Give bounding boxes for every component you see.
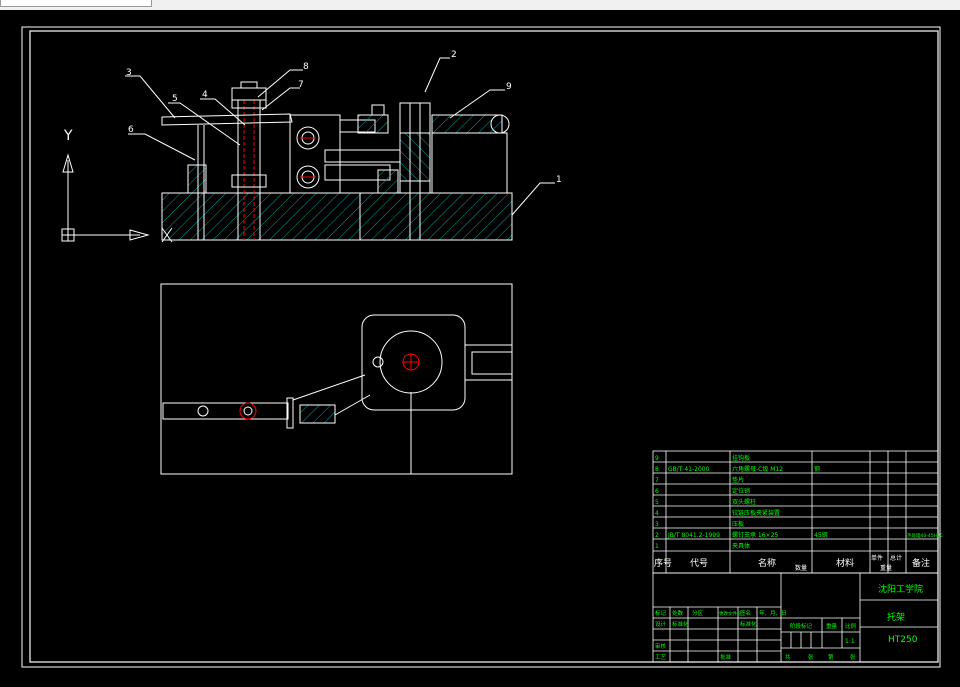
label-approve: 批准 bbox=[720, 653, 732, 661]
bom-header-weight: 重量 bbox=[880, 564, 892, 572]
row-label-count: 处数 bbox=[672, 609, 684, 617]
bom-row-name: 铰链压板夹紧装置 bbox=[732, 509, 780, 517]
label-standardize: 标准化 bbox=[672, 620, 689, 628]
axis-y-label: Y bbox=[63, 128, 73, 144]
bom-row-note: 热处理40-45HRC bbox=[907, 532, 943, 539]
bom-row-no: 2 bbox=[655, 532, 659, 539]
school-name: 沈阳工学院 bbox=[878, 583, 923, 595]
label-sheet-total: 共 bbox=[785, 653, 791, 661]
bom-row-name: 夹具体 bbox=[732, 542, 750, 550]
balloon-2: 2 bbox=[451, 50, 457, 60]
label-design: 设计 bbox=[655, 620, 667, 628]
bom-row-no: 6 bbox=[655, 488, 659, 495]
bom-header-code: 代号 bbox=[690, 558, 708, 569]
balloon-7: 7 bbox=[298, 80, 304, 90]
bom-row-no: 7 bbox=[655, 477, 659, 484]
bom-row-name: 螺钉支承 16×25 bbox=[732, 531, 778, 539]
title-block-text: 沈阳工学院 托架 HT250 1:1 标记 处数 分区 更改文件号 签名 年、月… bbox=[655, 583, 923, 661]
row-label-mark: 标记 bbox=[655, 609, 667, 617]
cad-drawing-canvas[interactable]: 3 5 4 6 8 7 2 9 1 Y 9 挂钩板 8 GB/T 41-2000… bbox=[0, 10, 960, 683]
label-stage: 阶段标记 bbox=[790, 622, 813, 630]
bom-row-no: 3 bbox=[655, 521, 659, 528]
row-label-change-doc: 更改文件号 bbox=[719, 610, 742, 617]
bom-row-name: 垫片 bbox=[732, 476, 744, 484]
label-sheet-no: 第 bbox=[828, 653, 834, 661]
drawing-svg[interactable]: 3 5 4 6 8 7 2 9 1 Y 9 挂钩板 8 GB/T 41-2000… bbox=[0, 10, 960, 683]
top-view bbox=[160, 283, 513, 475]
bom-row-no: 1 bbox=[655, 543, 659, 550]
bom-rows: 9 挂钩板 8 GB/T 41-2000 六角螺母-C级 M12 钢 7 垫片 … bbox=[655, 454, 943, 550]
label-standardize-2: 标准化 bbox=[740, 620, 757, 628]
bom-row-name: 挂钩板 bbox=[732, 454, 750, 462]
bom-row-code: GB/T 41-2000 bbox=[668, 466, 710, 473]
part-name: 托架 bbox=[887, 611, 905, 623]
ucs-icon bbox=[61, 153, 173, 243]
bom-row-material: 45钢 bbox=[814, 531, 828, 539]
front-view bbox=[161, 81, 513, 241]
bom-row-no: 5 bbox=[655, 499, 659, 506]
row-label-date: 年、月、日 bbox=[759, 609, 787, 617]
row-label-zone: 分区 bbox=[692, 609, 704, 617]
balloon-5: 5 bbox=[172, 94, 178, 104]
label-scale: 比例 bbox=[845, 622, 857, 630]
balloon-8: 8 bbox=[303, 62, 309, 72]
bom-header-no: 序号 bbox=[654, 557, 672, 569]
bom-header-total: 总计 bbox=[890, 554, 902, 562]
bom-row-no: 4 bbox=[655, 510, 659, 517]
bom-row-name: 双头螺柱 bbox=[732, 498, 756, 506]
bom-row-no: 8 bbox=[655, 466, 659, 473]
bom-header: 序号 代号 名称 单件 总计 重量 材料 备注 数量 bbox=[654, 554, 930, 572]
bom-row-material: 钢 bbox=[814, 465, 820, 473]
document-tab[interactable] bbox=[0, 0, 152, 7]
bom-row-name: 定位销 bbox=[732, 487, 750, 495]
label-sheet-word-1: 张 bbox=[808, 653, 814, 661]
balloon-1: 1 bbox=[556, 175, 562, 185]
scale-value: 1:1 bbox=[845, 638, 855, 645]
bom-row-name: 压板 bbox=[732, 520, 744, 528]
bom-header-material: 材料 bbox=[836, 557, 854, 569]
row-label-sign: 签名 bbox=[740, 609, 751, 617]
bom-header-note: 备注 bbox=[912, 557, 930, 569]
balloon-3: 3 bbox=[126, 68, 132, 78]
label-process: 工艺 bbox=[655, 654, 667, 661]
balloon-9: 9 bbox=[506, 82, 512, 92]
bom-header-name: 名称 bbox=[758, 557, 776, 569]
bom-row-name: 六角螺母-C级 M12 bbox=[732, 465, 783, 473]
bom-row-code: JB/T 8041.2-1999 bbox=[667, 532, 720, 539]
part-material: HT250 bbox=[888, 635, 918, 645]
bom-row-no: 9 bbox=[655, 455, 659, 462]
balloon-6: 6 bbox=[128, 125, 134, 135]
bom-header-qty: 数量 bbox=[795, 564, 807, 572]
label-review: 审核 bbox=[655, 642, 667, 650]
bom-header-single: 单件 bbox=[871, 554, 883, 562]
label-weight: 重量 bbox=[826, 622, 838, 630]
label-sheet-word-2: 张 bbox=[850, 653, 856, 661]
balloon-4: 4 bbox=[202, 90, 208, 100]
